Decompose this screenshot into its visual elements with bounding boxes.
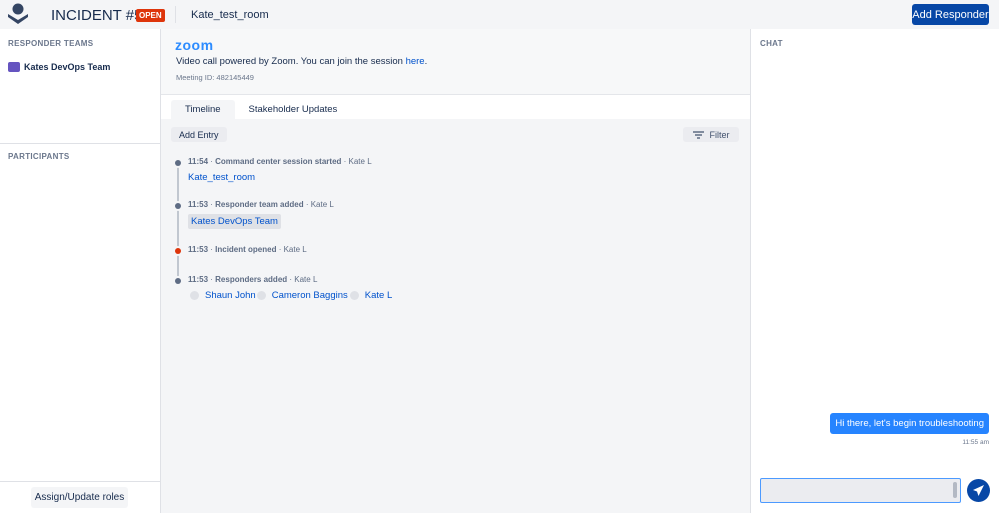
timeline-dot	[175, 248, 181, 254]
chat-message-time: 11:55 am	[962, 439, 989, 446]
header: INCIDENT #56 OPEN Kate_test_room Add Res…	[0, 0, 999, 29]
timeline-line	[177, 162, 179, 276]
team-tag[interactable]: Kates DevOps Team	[188, 214, 281, 229]
zoom-description: Video call powered by Zoom. You can join…	[176, 56, 406, 67]
avatar-icon	[190, 290, 199, 300]
send-button[interactable]	[967, 479, 990, 502]
entry-meta: 11:54 · Command center session started ·…	[188, 157, 372, 166]
app-logo-icon	[8, 3, 28, 24]
filter-icon	[692, 130, 704, 139]
divider	[175, 6, 176, 23]
entry-meta: 11:53 · Responder team added · Kate L	[188, 200, 334, 209]
filter-label: Filter	[709, 129, 730, 140]
entry-meta: 11:53 · Responders added · Kate L	[188, 275, 318, 284]
timeline-dot	[175, 203, 181, 209]
timeline-dot	[175, 278, 181, 284]
room-link[interactable]: Kate_test_room	[188, 172, 255, 183]
tabs: Timeline Stakeholder Updates	[161, 95, 750, 119]
add-entry-button[interactable]: Add Entry	[171, 127, 227, 142]
responders-list: Shaun John Cameron Baggins Kate L	[190, 290, 392, 301]
add-responder-button[interactable]: Add Responder	[912, 4, 989, 25]
chat-panel: CHAT Hi there, let's begin troubleshooti…	[750, 29, 999, 513]
main-panel: zoom Video call powered by Zoom. You can…	[161, 29, 750, 513]
left-sidebar: RESPONDER TEAMS Kates DevOps Team PARTIC…	[0, 29, 161, 513]
responder-link[interactable]: Kate L	[365, 290, 392, 301]
responder-teams-heading: RESPONDER TEAMS	[8, 39, 94, 48]
chat-input[interactable]	[760, 478, 961, 503]
scrollbar[interactable]	[953, 482, 957, 498]
divider	[0, 481, 160, 482]
avatar-icon	[349, 290, 359, 300]
entry-meta: 11:53 · Incident opened · Kate L	[188, 245, 307, 254]
meeting-id: Meeting ID: 482145449	[176, 73, 254, 82]
zoom-logo: zoom	[175, 37, 214, 53]
period: .	[424, 56, 428, 67]
timeline-dot	[175, 160, 181, 166]
filter-button[interactable]: Filter	[683, 127, 739, 142]
divider	[0, 143, 160, 144]
zoom-text: Video call powered by Zoom. You can join…	[176, 56, 427, 67]
responder-link[interactable]: Cameron Baggins	[272, 290, 348, 301]
participants-heading: PARTICIPANTS	[8, 152, 70, 161]
zoom-card: zoom Video call powered by Zoom. You can…	[161, 29, 750, 95]
tab-stakeholder-updates[interactable]: Stakeholder Updates	[235, 100, 352, 119]
team-color-icon	[8, 62, 20, 72]
tab-timeline[interactable]: Timeline	[171, 100, 235, 119]
send-icon	[973, 485, 984, 496]
avatar-icon	[256, 290, 266, 300]
zoom-join-link[interactable]: here	[406, 56, 425, 67]
chat-message: Hi there, let's begin troubleshooting	[830, 413, 989, 434]
room-name: Kate_test_room	[191, 9, 269, 21]
chat-heading: CHAT	[760, 39, 783, 48]
team-item[interactable]: Kates DevOps Team	[8, 62, 110, 72]
responder-link[interactable]: Shaun John	[205, 290, 256, 301]
assign-roles-button[interactable]: Assign/Update roles	[31, 487, 128, 508]
status-badge: OPEN	[136, 9, 165, 22]
team-name: Kates DevOps Team	[24, 62, 111, 72]
